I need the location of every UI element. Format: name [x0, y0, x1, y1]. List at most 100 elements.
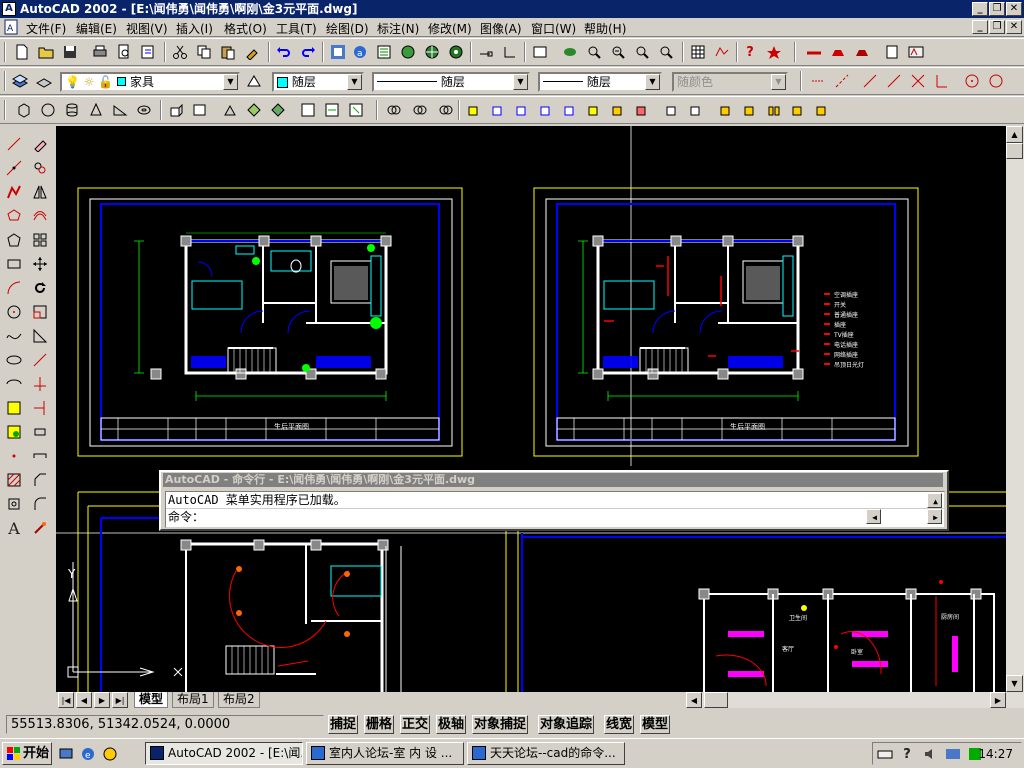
tab-layout2[interactable]: 布局2 [218, 692, 260, 708]
undo-icon[interactable] [274, 42, 294, 62]
stretch-icon[interactable] [30, 326, 50, 346]
print-icon[interactable] [90, 42, 110, 62]
menu-window[interactable]: 窗口(W) [531, 20, 576, 37]
polyline-icon[interactable] [4, 182, 24, 202]
layer-tool-1-icon[interactable] [804, 42, 824, 62]
menu-modify[interactable]: 修改(M) [428, 20, 472, 37]
hatch-icon[interactable] [4, 470, 24, 490]
drawing-svg[interactable]: 生后平面图 生后平面图 空调插座 开关 普通插座 插座 TV插座 电话插座 网络… [56, 126, 1006, 692]
center-icon[interactable] [962, 71, 982, 91]
line-b-icon[interactable] [884, 71, 904, 91]
layer-tool-3-icon[interactable] [852, 42, 872, 62]
cmd-scroll-right-icon[interactable]: ▶ [927, 509, 942, 524]
make-current-icon[interactable] [34, 71, 54, 91]
menu-format[interactable]: 格式(O) [224, 20, 267, 37]
ie-icon[interactable]: e [78, 744, 98, 764]
multiline-text-icon[interactable]: A [4, 518, 24, 538]
interfere-icon[interactable] [268, 100, 288, 120]
command-window-title[interactable]: AutoCAD - 命令行 - E:\闻伟勇\闻伟勇\啊刚\金3元平面.dwg [163, 473, 943, 487]
separate-icon[interactable] [764, 100, 784, 120]
globe-icon[interactable] [398, 42, 418, 62]
keyboard-icon[interactable] [875, 744, 895, 764]
publish-icon[interactable] [138, 42, 158, 62]
clock[interactable]: 14:27 [978, 747, 1013, 761]
copy-object-icon[interactable] [30, 158, 50, 178]
lightbulb-icon[interactable]: 💡 [65, 75, 80, 89]
taskbar-item-forum1[interactable]: 室内人论坛-室 内 设 ... [306, 742, 464, 765]
insert-block-icon[interactable] [4, 398, 24, 418]
pan-icon[interactable] [560, 42, 580, 62]
point-icon[interactable] [4, 446, 24, 466]
express-icon[interactable] [764, 42, 784, 62]
make-block-icon[interactable] [4, 422, 24, 442]
extrude-face-icon[interactable] [464, 100, 484, 120]
slice-icon[interactable] [220, 100, 240, 120]
command-window[interactable]: AutoCAD - 命令行 - E:\闻伟勇\闻伟勇\啊刚\金3元平面.dwg … [159, 470, 949, 531]
start-button[interactable]: 开始 [2, 742, 52, 765]
osnap-toggle[interactable]: 对象捕捉 [472, 715, 529, 734]
shell-icon[interactable] [788, 100, 808, 120]
imprint-icon[interactable] [716, 100, 736, 120]
command-history[interactable]: AutoCAD 菜单实用程序已加载。 命令： ▲ ▶ ◀ [165, 491, 945, 528]
drawing-canvas[interactable]: 生后平面图 生后平面图 空调插座 开关 普通插座 插座 TV插座 电话插座 网络… [56, 126, 1006, 692]
extrude-icon[interactable] [166, 100, 186, 120]
polyline-tool-icon[interactable] [808, 71, 828, 91]
circle-snap-icon[interactable] [986, 71, 1006, 91]
menu-edit[interactable]: 编辑(E) [76, 20, 117, 37]
zoom-realtime-icon[interactable] [584, 42, 604, 62]
close-button[interactable]: ✕ [1006, 2, 1022, 16]
redo-icon[interactable] [298, 42, 318, 62]
setup-drawing-icon[interactable] [298, 100, 318, 120]
color-edges-icon[interactable] [686, 100, 706, 120]
intersect-icon[interactable] [908, 71, 928, 91]
chevron-down-icon[interactable]: ▼ [513, 74, 528, 90]
sheet-right[interactable]: 生后平面图 空调插座 开关 普通插座 插座 TV插座 电话插座 网络插座 吊顶日… [533, 187, 919, 457]
check-icon[interactable] [812, 100, 832, 120]
zoom-window-icon[interactable] [608, 42, 628, 62]
hscroll-thumb[interactable] [704, 692, 728, 708]
color-combo[interactable]: 随层 ▼ [272, 72, 364, 92]
open-icon[interactable] [36, 42, 56, 62]
circle-icon[interactable] [4, 302, 24, 322]
save-icon[interactable] [60, 42, 80, 62]
tab-layout1[interactable]: 布局1 [172, 692, 214, 708]
paste-icon[interactable] [218, 42, 238, 62]
osnap-icon[interactable] [476, 42, 496, 62]
offset-face-icon[interactable] [512, 100, 532, 120]
array-icon[interactable] [30, 230, 50, 250]
zoom-extents-icon[interactable] [656, 42, 676, 62]
spline-icon[interactable] [4, 326, 24, 346]
tab-model[interactable]: 模型 [134, 692, 169, 708]
minimize-button[interactable]: _ [972, 2, 988, 16]
scroll-thumb[interactable] [1006, 143, 1023, 159]
scroll-down-icon[interactable]: ▼ [1006, 675, 1023, 692]
model-toggle[interactable]: 模型 [640, 715, 671, 734]
setup-profile-icon[interactable] [346, 100, 366, 120]
restore-button[interactable]: ❐ [989, 2, 1005, 16]
menu-tools[interactable]: 工具(T) [276, 20, 317, 37]
help-icon[interactable]: ? [740, 42, 760, 62]
ellipse-icon[interactable] [4, 350, 24, 370]
show-desktop-icon[interactable] [56, 744, 76, 764]
chevron-down-icon[interactable]: ▼ [645, 74, 660, 90]
print-preview-icon[interactable] [114, 42, 134, 62]
setup-view-icon[interactable] [322, 100, 342, 120]
cone-icon[interactable] [86, 100, 106, 120]
layer-tool-2-icon[interactable] [828, 42, 848, 62]
color-face-icon[interactable] [632, 100, 652, 120]
coordinate-readout[interactable]: 55513.8306, 51342.0524, 0.0000 [6, 715, 324, 734]
doc-minimize-button[interactable]: _ [972, 20, 988, 34]
tab-next-button[interactable]: ▶ [94, 692, 110, 708]
linetype-combo[interactable]: 随层 ▼ [372, 72, 530, 92]
move-icon[interactable] [30, 254, 50, 274]
zoom-previous-icon[interactable] [632, 42, 652, 62]
document-icon[interactable]: A [2, 18, 20, 36]
sheet-left[interactable]: 生后平面图 [77, 187, 463, 457]
torus-icon[interactable] [134, 100, 154, 120]
match-properties-icon[interactable] [242, 42, 262, 62]
named-views-icon[interactable] [530, 42, 550, 62]
construction-line-icon[interactable] [4, 158, 24, 178]
meet-now-icon[interactable] [446, 42, 466, 62]
command-prompt[interactable]: 命令： [166, 508, 944, 524]
lineweight-toggle[interactable]: 线宽 [604, 715, 635, 734]
